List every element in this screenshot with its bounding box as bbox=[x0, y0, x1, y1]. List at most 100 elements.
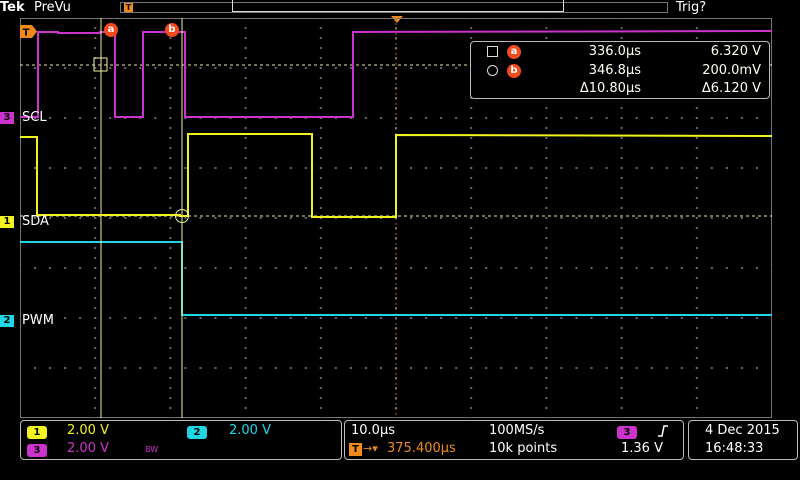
grid-dot bbox=[545, 267, 548, 269]
grid-dot bbox=[560, 117, 563, 119]
grid-dot bbox=[94, 277, 97, 279]
grid-dot bbox=[440, 67, 443, 69]
grid-dot bbox=[620, 367, 623, 369]
grid-dot bbox=[319, 47, 322, 49]
grid-dot bbox=[470, 117, 473, 119]
grid-dot bbox=[94, 387, 97, 389]
grid-dot bbox=[590, 167, 593, 169]
trigger-level-marker[interactable]: T bbox=[20, 23, 38, 39]
grid-dot bbox=[545, 187, 548, 189]
grid-dot bbox=[695, 357, 698, 359]
grid-dot bbox=[425, 67, 428, 69]
grid-dot bbox=[109, 317, 112, 319]
grid-dot bbox=[244, 397, 247, 399]
grid-dot bbox=[470, 307, 473, 309]
grid-dot bbox=[755, 167, 758, 169]
grid-dot bbox=[94, 217, 97, 219]
grid-dot bbox=[771, 267, 772, 269]
grid-dot bbox=[620, 197, 623, 199]
horizontal-trigger-panel[interactable]: 10.0µs 100MS/s T →▾ 375.400µs 10k points… bbox=[344, 420, 684, 460]
grid-dot bbox=[665, 367, 668, 369]
grid-dot bbox=[470, 147, 473, 149]
grid-dot bbox=[64, 367, 67, 369]
grid-dot bbox=[244, 257, 247, 259]
record-view-window[interactable] bbox=[232, 0, 564, 12]
grid-dot bbox=[560, 367, 563, 369]
grid-dot bbox=[665, 117, 668, 119]
grid-dot bbox=[199, 217, 202, 219]
grid-dot bbox=[455, 267, 458, 269]
grid-dot bbox=[124, 317, 127, 319]
vertical-settings-panel[interactable]: 1 2.00 V 2 2.00 V 3 2.00 V BW bbox=[20, 420, 342, 460]
grid-dot bbox=[620, 157, 623, 159]
brand-logo: Tek bbox=[0, 0, 25, 15]
grid-dot bbox=[169, 117, 172, 119]
grid-dot bbox=[620, 297, 623, 299]
grid-dot bbox=[289, 67, 292, 69]
grid-dot bbox=[410, 117, 413, 119]
grid-dot bbox=[665, 217, 668, 219]
grid-dot bbox=[545, 407, 548, 409]
grid-dot bbox=[470, 397, 473, 399]
grid-dot bbox=[665, 167, 668, 169]
grid-dot bbox=[184, 367, 187, 369]
grid-dot bbox=[20, 267, 21, 269]
grid-dot bbox=[244, 317, 247, 319]
grid-dot bbox=[410, 217, 413, 219]
grid-dot bbox=[94, 317, 97, 319]
grid-dot bbox=[79, 217, 82, 219]
grid-dot bbox=[169, 397, 172, 399]
grid-dot bbox=[229, 217, 232, 219]
grid-dot bbox=[94, 117, 97, 119]
grid-dot bbox=[545, 307, 548, 309]
grid-dot bbox=[64, 67, 67, 69]
ch3-badge: 3 bbox=[27, 444, 47, 457]
grid-dot bbox=[725, 217, 728, 219]
grid-dot bbox=[94, 157, 97, 159]
ch3-marker[interactable]: 3 bbox=[0, 112, 14, 124]
date: 4 Dec 2015 bbox=[705, 423, 780, 438]
ch2-marker[interactable]: 2 bbox=[0, 315, 14, 327]
grid-dot bbox=[244, 237, 247, 239]
grid-dot bbox=[319, 18, 322, 19]
grid-dot bbox=[49, 67, 52, 69]
grid-dot bbox=[244, 157, 247, 159]
grid-dot bbox=[545, 197, 548, 199]
ch1-marker[interactable]: 1 bbox=[0, 216, 14, 228]
grid-dot bbox=[620, 237, 623, 239]
grid-dot bbox=[94, 107, 97, 109]
grid-dot bbox=[274, 267, 277, 269]
grid-dot bbox=[695, 397, 698, 399]
grid-dot bbox=[755, 217, 758, 219]
grid-dot bbox=[319, 237, 322, 239]
trigger-source-badge: 3 bbox=[617, 426, 637, 439]
grid-dot bbox=[304, 167, 307, 169]
grid-dot bbox=[725, 267, 728, 269]
grid-dot bbox=[319, 277, 322, 279]
grid-dot bbox=[515, 267, 518, 269]
grid-dot bbox=[319, 327, 322, 329]
grid-dot bbox=[139, 267, 142, 269]
grid-dot bbox=[244, 297, 247, 299]
grid-dot bbox=[244, 197, 247, 199]
grid-dot bbox=[20, 367, 21, 369]
grid-dot bbox=[575, 317, 578, 319]
grid-dot bbox=[244, 167, 247, 169]
grid-dot bbox=[470, 127, 473, 129]
grid-dot bbox=[695, 227, 698, 229]
grid-dot bbox=[620, 257, 623, 259]
grid-dot bbox=[470, 237, 473, 239]
grid-dot bbox=[725, 367, 728, 369]
grid-dot bbox=[560, 167, 563, 169]
grid-dot bbox=[214, 267, 217, 269]
grid-dot bbox=[94, 77, 97, 79]
grid-dot bbox=[49, 267, 52, 269]
grid-dot bbox=[740, 167, 743, 169]
grid-dot bbox=[650, 317, 653, 319]
grid-dot bbox=[410, 67, 413, 69]
grid-dot bbox=[244, 107, 247, 109]
grid-dot bbox=[319, 137, 322, 139]
grid-dot bbox=[545, 357, 548, 359]
grid-dot bbox=[214, 67, 217, 69]
grid-dot bbox=[620, 37, 623, 39]
